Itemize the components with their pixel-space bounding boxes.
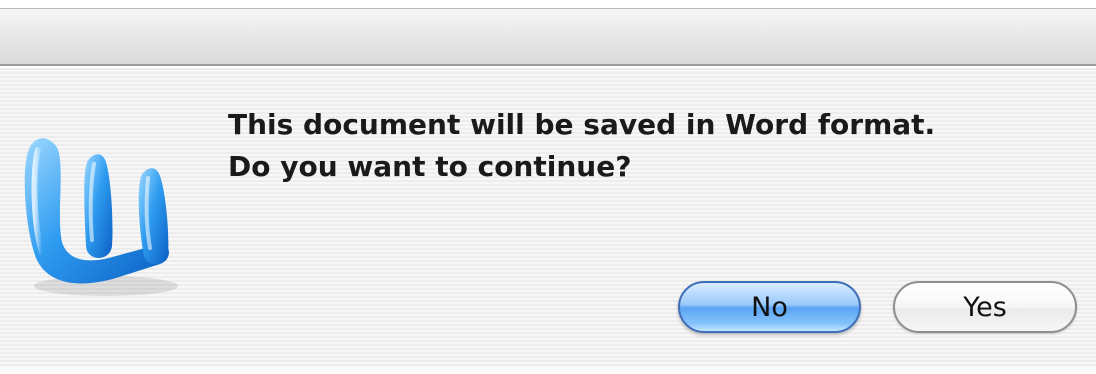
microsoft-word-icon [20,116,192,306]
title-bar[interactable] [0,8,1096,66]
dialog-message: This document will be saved in Word form… [228,104,1068,188]
dialog-content: This document will be saved in Word form… [0,68,1096,367]
alert-dialog: This document will be saved in Word form… [0,0,1096,374]
message-line-1: This document will be saved in Word form… [228,108,936,141]
dialog-bottom-edge [0,367,1096,374]
message-line-2: Do you want to continue? [228,150,632,183]
no-button[interactable]: No [678,281,861,333]
yes-button[interactable]: Yes [893,281,1077,333]
